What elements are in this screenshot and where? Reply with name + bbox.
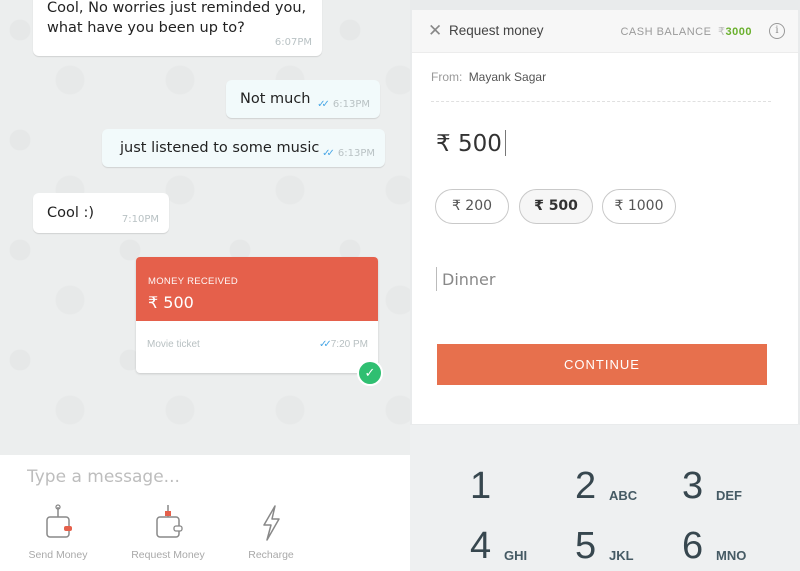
request-money-label: Request Money <box>131 549 205 561</box>
request-header: ✕ Request money CASH BALANCE ₹3000 i <box>412 10 798 53</box>
key-number: 5 <box>575 525 597 567</box>
request-money-button[interactable]: Request Money <box>128 503 208 561</box>
recharge-label: Recharge <box>248 549 294 561</box>
incoming-message[interactable]: Cool, No worries just reminded you, what… <box>33 0 322 56</box>
info-icon[interactable]: i <box>769 23 785 39</box>
from-label: From: <box>431 70 463 84</box>
incoming-message[interactable]: Cool :) 7:10PM <box>33 193 169 233</box>
send-money-button[interactable]: Send Money <box>26 503 90 561</box>
amount-value: ₹ 500 <box>436 131 502 157</box>
from-row: From: Mayank Sagar <box>431 70 546 84</box>
double-check-icon: ✓✓ <box>317 99 330 110</box>
key-letters: ABC <box>609 488 638 503</box>
message-time: 7:10PM <box>121 214 159 225</box>
message-input[interactable] <box>27 465 387 489</box>
chat-pane: Cool, No worries just reminded you, what… <box>0 0 410 571</box>
amount-chip-200[interactable]: ₹ 200 <box>435 189 509 224</box>
continue-button[interactable]: CONTINUE <box>437 344 767 385</box>
message-time: 6:13PM <box>337 148 375 159</box>
message-meta: ✓✓ 6:13PM <box>317 99 370 110</box>
key-number: 3 <box>682 465 704 507</box>
outgoing-message[interactable]: just listened to some music ✓✓ 6:13PM <box>102 129 385 167</box>
key-5[interactable]: 5 JKL <box>575 509 685 565</box>
key-6[interactable]: 6 MNO <box>682 509 792 565</box>
key-number: 4 <box>470 525 492 567</box>
send-money-icon <box>46 504 72 538</box>
money-card-header: MONEY RECEIVED ₹ 500 <box>136 257 378 321</box>
message-text: Cool, No worries just reminded you, what… <box>47 0 307 36</box>
money-received-card[interactable]: MONEY RECEIVED ₹ 500 Movie ticket ✓✓ 7:2… <box>136 257 378 373</box>
key-number: 2 <box>575 465 597 507</box>
from-name: Mayank Sagar <box>468 70 547 84</box>
divider <box>431 101 771 102</box>
money-card-label: MONEY RECEIVED <box>148 276 239 287</box>
key-letters: GHI <box>504 548 528 563</box>
message-time: 6:07PM <box>274 37 312 48</box>
key-number: 1 <box>470 465 492 507</box>
key-letters: DEF <box>716 488 742 503</box>
key-1[interactable]: 1 <box>470 449 580 505</box>
key-letters: JKL <box>609 548 634 563</box>
amount-chip-1000[interactable]: ₹ 1000 <box>602 189 676 224</box>
numeric-keypad: 1 2 ABC 3 DEF 4 GHI 5 JKL 6 MNO <box>410 425 800 571</box>
recharge-icon <box>263 505 280 541</box>
amount-input[interactable]: ₹ 500 <box>436 130 506 157</box>
money-card-time: 7:20 PM <box>330 339 368 350</box>
amount-chip-500[interactable]: ₹ 500 <box>519 189 593 224</box>
message-composer: Send Money Request Money Recharge <box>0 455 410 571</box>
double-check-icon: ✓✓ <box>318 339 332 350</box>
cash-balance-value: 3000 <box>725 26 752 38</box>
double-check-icon: ✓✓ <box>322 148 335 159</box>
money-card-note: Movie ticket <box>147 339 200 350</box>
key-4[interactable]: 4 GHI <box>470 509 580 565</box>
key-3[interactable]: 3 DEF <box>682 449 792 505</box>
request-money-card: ✕ Request money CASH BALANCE ₹3000 i Fro… <box>412 10 798 424</box>
close-icon[interactable]: ✕ <box>428 21 442 41</box>
note-input[interactable] <box>436 267 766 291</box>
message-time: 6:13PM <box>332 99 370 110</box>
key-letters: MNO <box>716 548 747 563</box>
request-money-pane: ✕ Request money CASH BALANCE ₹3000 i Fro… <box>410 0 800 425</box>
message-meta: ✓✓ 6:13PM <box>322 148 375 159</box>
currency-symbol: ₹ <box>718 26 726 38</box>
key-2[interactable]: 2 ABC <box>575 449 685 505</box>
page-title: Request money <box>449 23 544 38</box>
text-caret <box>504 130 506 156</box>
key-number: 6 <box>682 525 704 567</box>
money-card-meta: ✓✓ 7:20 PM <box>319 339 368 350</box>
outgoing-message[interactable]: Not much ✓✓ 6:13PM <box>226 80 380 118</box>
cash-balance: CASH BALANCE ₹3000 <box>620 25 752 38</box>
send-money-label: Send Money <box>28 549 88 561</box>
money-card-footer: Movie ticket ✓✓ 7:20 PM <box>136 321 378 373</box>
money-card-amount: ₹ 500 <box>148 293 194 312</box>
request-money-icon <box>156 505 183 538</box>
cash-balance-label: CASH BALANCE <box>620 26 712 38</box>
recharge-button[interactable]: Recharge <box>243 503 299 561</box>
check-badge-icon: ✓ <box>357 360 383 386</box>
